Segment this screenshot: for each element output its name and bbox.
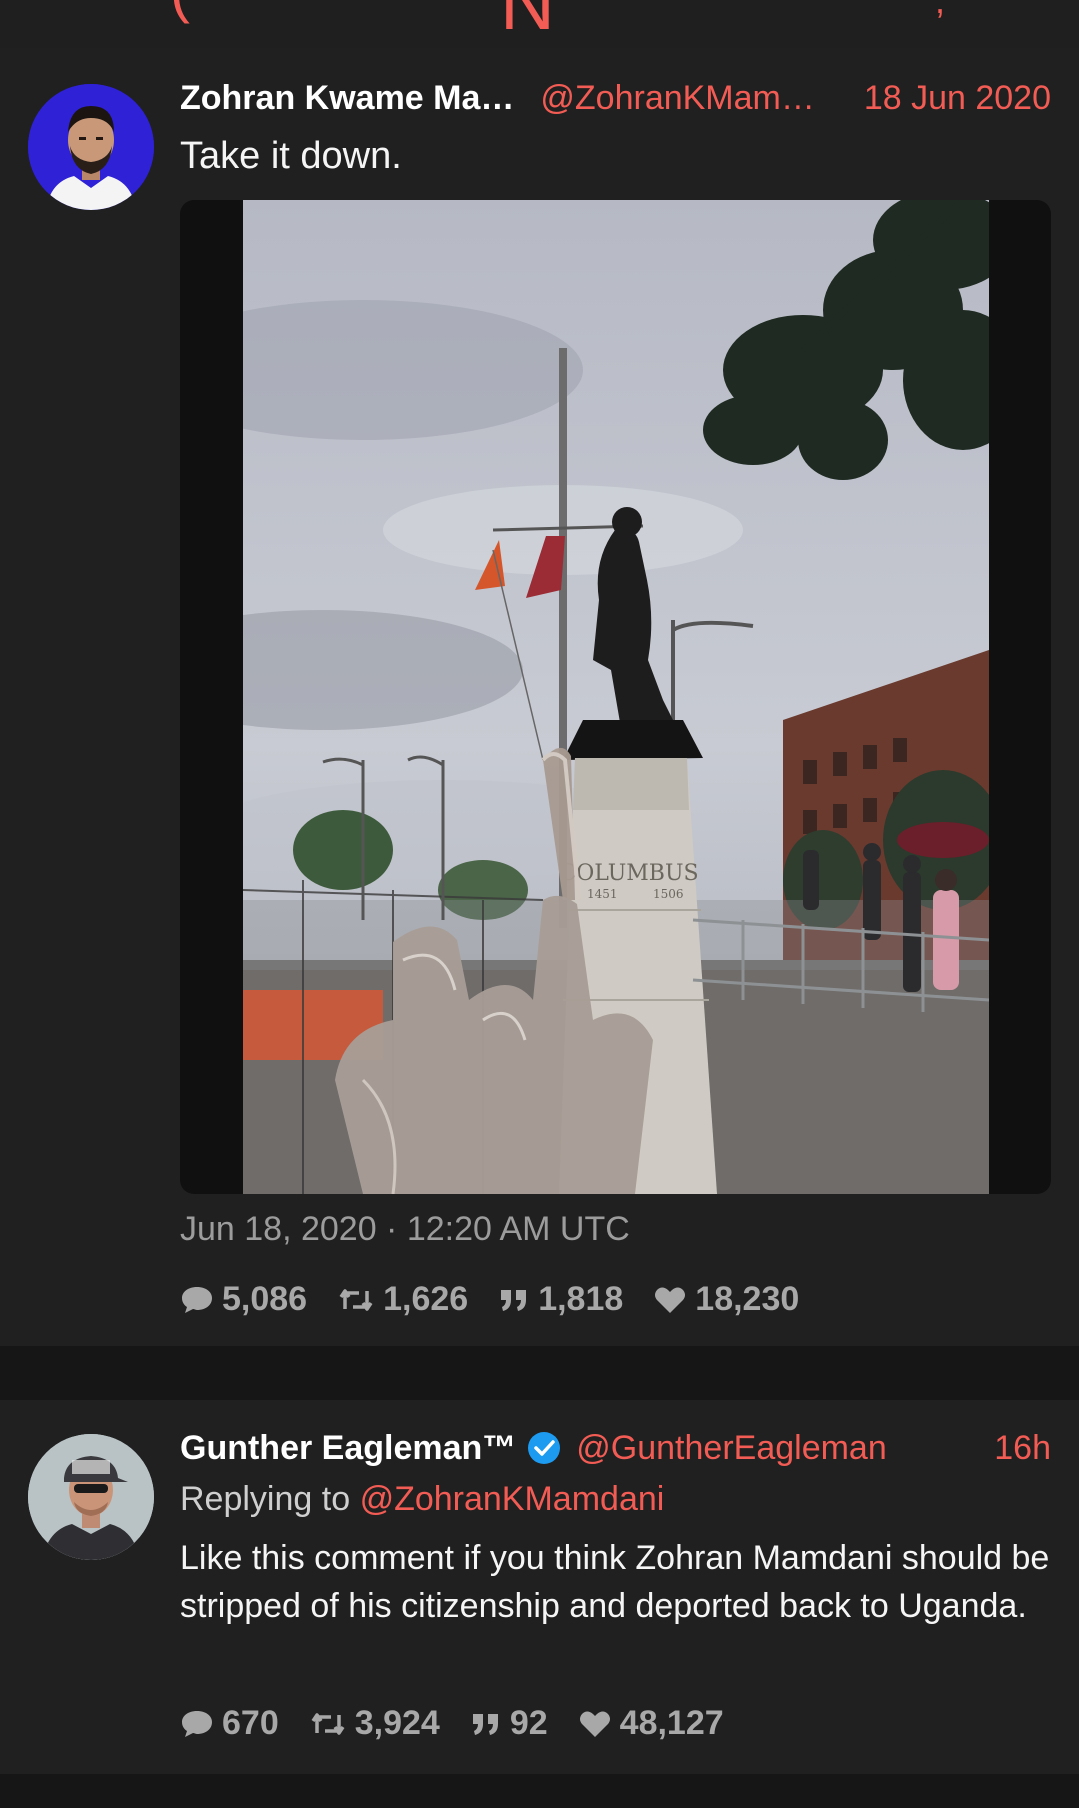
retweet-stat[interactable]: 3,924 — [309, 1704, 440, 1743]
retweet-count: 3,924 — [354, 1704, 440, 1742]
retweet-stat[interactable]: 1,626 — [337, 1280, 468, 1319]
like-stat[interactable]: 18,230 — [653, 1280, 799, 1319]
quote-count: 1,818 — [538, 1280, 624, 1318]
replying-prefix: Replying to — [180, 1480, 351, 1518]
quote-count: 92 — [509, 1704, 548, 1742]
replying-to: Replying to @ZohranKMamdani — [180, 1480, 664, 1519]
reply-text: Like this comment if you think Zohran Ma… — [180, 1539, 1050, 1625]
reply-stats: 670 3,924 92 48,127 — [180, 1704, 754, 1743]
heart-icon — [579, 1711, 610, 1737]
nitter-logo-icon[interactable]: N — [500, 0, 555, 47]
retweet-count: 1,626 — [383, 1280, 469, 1318]
reply-tweet: Gunther Eagleman™ @GuntherEagleman 16h R… — [0, 1400, 1079, 1774]
comment-count: 670 — [222, 1704, 279, 1742]
quote-icon — [501, 1289, 527, 1311]
retweet-icon — [339, 1288, 373, 1311]
statue-inscription: COLUMBUS — [559, 861, 698, 886]
top-nav-bar: ( N , — [0, 0, 1079, 48]
quote-stat[interactable]: 1,818 — [498, 1280, 623, 1319]
author-name[interactable]: Gunther Eagleman™ — [180, 1429, 516, 1468]
tweet-header: Zohran Kwame Ma… @ZohranKMam… 18 Jun 202… — [180, 76, 1051, 120]
bottom-divider — [0, 1774, 1079, 1808]
main-tweet: Zohran Kwame Ma… @ZohranKMam… 18 Jun 202… — [0, 48, 1079, 1346]
reply-date[interactable]: 16h — [994, 1429, 1051, 1468]
tweet-text: Take it down. — [180, 135, 402, 177]
author-name[interactable]: Zohran Kwame Ma… — [180, 79, 514, 118]
author-handle[interactable]: @GuntherEagleman — [576, 1429, 886, 1468]
author-handle[interactable]: @ZohranKMam… — [540, 79, 814, 118]
retweet-icon — [311, 1712, 345, 1735]
tweet-timestamp[interactable]: Jun 18, 2020 · 12:20 AM UTC — [180, 1210, 630, 1249]
nav-back-icon[interactable]: ( — [170, 0, 190, 25]
heart-icon — [655, 1287, 686, 1313]
tweet-stats: 5,086 1,626 1,818 18,230 — [180, 1280, 829, 1319]
like-count: 48,127 — [619, 1704, 724, 1742]
tweet-photo[interactable]: COLUMBUS 1451 1506 — [243, 200, 989, 1194]
comment-count: 5,086 — [222, 1280, 308, 1318]
comment-icon — [182, 1710, 212, 1737]
quote-icon — [472, 1713, 498, 1735]
like-count: 18,230 — [695, 1280, 800, 1318]
statue-year-left: 1451 — [587, 887, 618, 901]
like-stat[interactable]: 48,127 — [578, 1704, 724, 1743]
comment-stat[interactable]: 5,086 — [180, 1280, 307, 1319]
quote-stat[interactable]: 92 — [470, 1704, 548, 1743]
reply-header: Gunther Eagleman™ @GuntherEagleman 16h — [180, 1426, 1051, 1470]
replying-to-link[interactable]: @ZohranKMamdani — [360, 1480, 665, 1518]
avatar[interactable] — [28, 1434, 154, 1560]
comment-stat[interactable]: 670 — [180, 1704, 279, 1743]
statue-year-right: 1506 — [653, 887, 684, 901]
comment-icon — [182, 1286, 212, 1313]
verified-badge-icon — [528, 1432, 561, 1464]
tweet-date[interactable]: 18 Jun 2020 — [864, 79, 1051, 118]
nav-menu-icon[interactable]: , — [935, 0, 945, 22]
tweet-media[interactable]: COLUMBUS 1451 1506 — [180, 200, 1051, 1194]
avatar[interactable] — [28, 84, 154, 210]
